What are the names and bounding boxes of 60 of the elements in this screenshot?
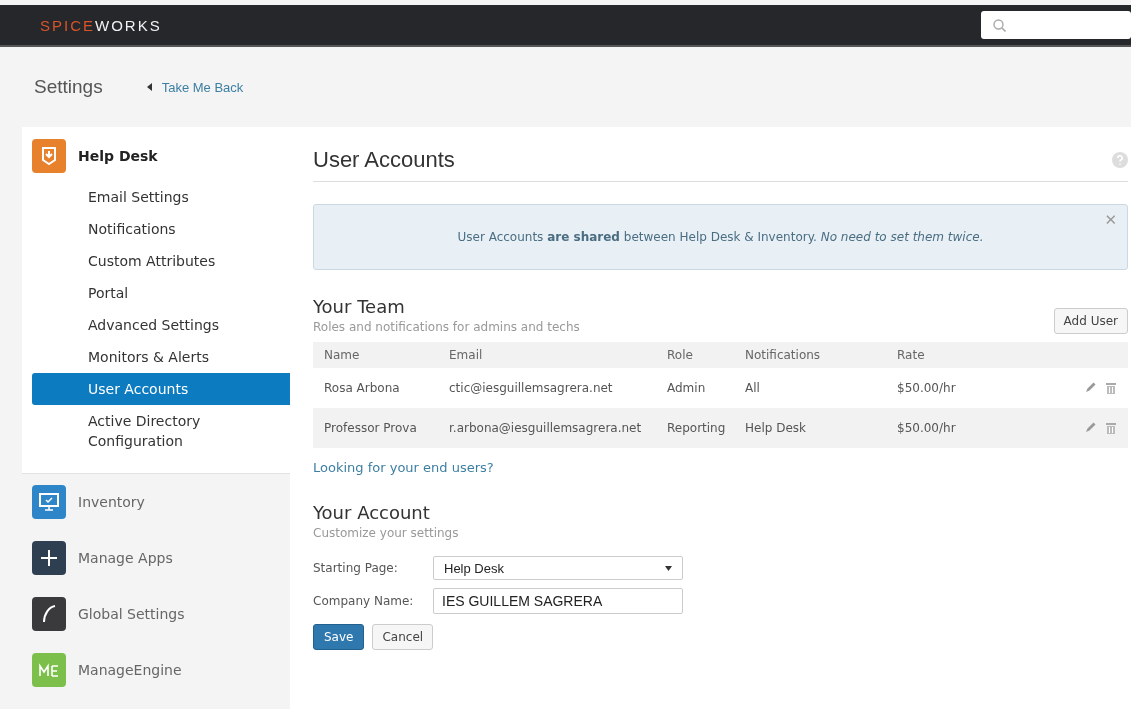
back-link[interactable]: Take Me Back xyxy=(146,79,244,95)
info-text: User Accounts are shared between Help Desk & Inventory. No need to set them twice. xyxy=(457,230,984,244)
section-icon[interactable] xyxy=(32,597,66,631)
table-cell-text: Professor Prova xyxy=(324,421,418,435)
team-title: Your Team xyxy=(313,296,406,317)
help-icon[interactable] xyxy=(1112,152,1128,168)
field-label: Company Name: xyxy=(313,594,415,608)
sidebar-section[interactable]: Global Settings xyxy=(78,606,185,622)
page-title: Settings xyxy=(34,76,103,98)
sidebar-section[interactable]: ManageEngine xyxy=(78,662,182,678)
table-cell-text: Admin xyxy=(667,381,707,395)
team-subtitle: Roles and notifications for admins and techs xyxy=(313,320,580,334)
cancel-button[interactable]: Cancel xyxy=(372,624,434,650)
table-cell-text: Help Desk xyxy=(745,421,807,435)
section-title: User Accounts xyxy=(313,147,455,173)
starting-page-select[interactable]: Help Desk xyxy=(433,556,683,580)
table-cell-text: $50.00/hr xyxy=(897,421,957,435)
me-logo-icon xyxy=(38,662,60,678)
sidebar-item[interactable]: Portal xyxy=(32,277,290,309)
column-header: Name xyxy=(324,348,361,362)
monitor-icon xyxy=(39,493,59,511)
search-icon xyxy=(993,18,1006,32)
spiceworks-logo[interactable]: SPICEWORKS xyxy=(40,16,162,34)
section-icon[interactable] xyxy=(32,541,66,575)
table-cell-text: ctic@iesguillemsagrera.net xyxy=(449,381,614,395)
column-header: Notifications xyxy=(745,348,822,362)
add-user-button[interactable]: Add User xyxy=(1053,308,1128,334)
pencil-icon[interactable] xyxy=(1085,422,1096,433)
sidebar-section[interactable]: Inventory xyxy=(78,494,145,510)
sidebar-section[interactable]: Manage Apps xyxy=(78,550,173,566)
back-link-text[interactable]: Take Me Back xyxy=(161,79,244,95)
company-name-field[interactable]: IES GUILLEM SAGRERA xyxy=(433,588,683,614)
pencil-icon[interactable] xyxy=(1085,382,1096,393)
table-cell-text: r.arbona@iesguillemsagrera.net xyxy=(449,421,643,435)
table-cell-text: $50.00/hr xyxy=(897,381,957,395)
trash-icon[interactable] xyxy=(1106,422,1116,434)
field-label: Starting Page: xyxy=(313,561,399,575)
sidebar-item[interactable]: Email Settings xyxy=(32,181,290,213)
sidebar-item[interactable]: User Accounts xyxy=(32,373,290,405)
end-users-link[interactable]: Looking for your end users? xyxy=(313,460,494,475)
account-subtitle: Customize your settings xyxy=(313,526,460,540)
column-header: Rate xyxy=(897,348,926,362)
dropdown-caret-icon xyxy=(665,565,672,571)
table-cell-text: All xyxy=(745,381,761,395)
account-title: Your Account xyxy=(313,502,431,523)
table-cell-text: Reporting xyxy=(667,421,727,435)
save-button[interactable]: Save xyxy=(313,624,365,650)
sidebar-item[interactable]: Advanced Settings xyxy=(32,309,290,341)
back-arrow-icon xyxy=(146,83,152,91)
table-cell-text: Rosa Arbona xyxy=(324,381,401,395)
column-header: Email xyxy=(449,348,484,362)
search-field[interactable] xyxy=(981,11,1131,39)
sidebar-item[interactable]: Notifications xyxy=(32,213,290,245)
sidebar-item[interactable]: Monitors & Alerts xyxy=(32,341,290,373)
plus-icon xyxy=(40,549,58,567)
sidebar-item[interactable]: Active Directory Configuration xyxy=(32,405,290,457)
trash-icon[interactable] xyxy=(1106,382,1116,394)
sidebar-section[interactable]: Help Desk xyxy=(78,148,158,164)
column-header: Role xyxy=(667,348,694,362)
sidebar-item[interactable]: Custom Attributes xyxy=(32,245,290,277)
